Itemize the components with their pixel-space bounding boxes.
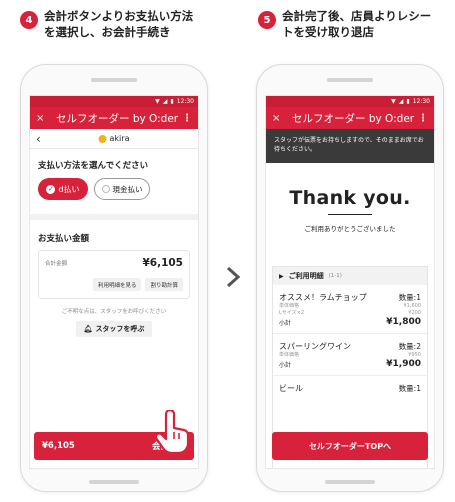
phone-complete: ▼ ◢ ▮ 12:30 × セルフオーダー by O:der ⋮ スタッフが伝票… [256,64,444,492]
next-arrow-icon [226,266,241,288]
view-details-button[interactable]: 利用明細を見る [92,278,142,291]
staff-notice: スタッフが伝票をお持ちしますので、そのままお席でお待ちください。 [266,129,434,163]
payment-method-label: 支払い方法を選んでください [38,161,149,171]
step-5-header: 5 会計完了後、店員よりレシー トを受け取り退店 [258,8,431,40]
back-icon[interactable]: ‹ [36,132,41,146]
item-qty: 数量:1 [398,384,421,393]
status-time: 12:30 [176,98,194,105]
app-title: セルフオーダー by O:der [56,112,179,125]
d-payment-label: d払い [58,184,80,194]
item-qty: 数量:2 [398,342,421,351]
phone-checkout: ▼ ◢ ▮ 12:30 × セルフオーダー by O:der ⋮ ‹ akira… [20,64,208,492]
cash-payment-button[interactable]: 現金払い [94,178,150,200]
step-description: 会計ボタンよりお支払い方法 を選択し、お会計手続き [44,9,194,39]
item-line-value: ¥200 [408,310,421,316]
shop-name: akira [109,134,130,143]
payment-options: ✓ d払い 現金払い [30,178,198,200]
item-name: ビール [279,384,303,393]
receipt-title: ご利用明細 [288,272,324,280]
shop-logo-icon [98,134,107,143]
signal-icon: ◢ [162,98,168,105]
phone-speaker [91,78,137,82]
home-indicator [89,480,139,484]
step-description: 会計完了後、店員よりレシー トを受け取り退店 [282,9,432,39]
item-subtotal: ¥1,800 [386,317,421,327]
menu-icon[interactable]: ⋮ [418,113,428,124]
item-line-value: ¥1,600 [403,303,422,309]
list-item: オススメ！ラムチョップ 数量:1 単体価格 ¥1,600 Lサイズ×2 ¥200… [273,285,427,334]
item-qty: 数量:1 [398,293,421,302]
shop-bar: ‹ akira [30,129,198,149]
amount-label: お支払い金額 [38,234,90,244]
close-icon[interactable]: × [36,113,50,124]
item-line-value: ¥950 [408,352,421,358]
close-icon[interactable]: × [272,113,286,124]
signal-icon: ◢ [398,98,404,105]
call-staff-label: スタッフを呼ぶ [95,325,145,333]
self-order-top-button[interactable]: セルフオーダーTOPへ [272,432,428,460]
item-line-label: 単体価格 [279,352,300,358]
help-text: ご不明な点は、スタッフをお呼びください [61,309,167,315]
tutorial-panel: 4 会計ボタンよりお支払い方法 を選択し、お会計手続き 5 会計完了後、店員より… [0,0,455,502]
battery-icon: ▮ [406,98,410,105]
tap-hand-icon [154,410,190,454]
split-bill-button[interactable]: 割り勘計算 [145,278,183,291]
receipt-header[interactable]: ▶ ご利用明細 (1-1) [273,267,427,285]
phone-speaker [327,78,373,82]
item-subtotal-label: 小計 [279,361,292,369]
item-line-label: 単体価格 [279,303,300,309]
app-bar: × セルフオーダー by O:der ⋮ [30,107,198,129]
checkout-amount: ¥6,105 [42,441,75,451]
item-name: オススメ！ラムチョップ [279,293,367,302]
bell-icon: 🔔︎ [83,325,93,333]
battery-icon: ▮ [170,98,174,105]
item-name: スパーリングワイン [279,342,351,351]
step-4-header: 4 会計ボタンよりお支払い方法 を選択し、お会計手続き [20,8,193,40]
radio-icon [101,185,110,193]
cash-payment-label: 現金払い [112,184,143,194]
wifi-icon: ▼ [391,98,396,105]
shop-label: akira [98,134,130,143]
section-divider [30,214,198,220]
total-key: 合計金額 [45,261,68,267]
thank-you-subtext: ご利用ありがとうございました [304,225,396,233]
app-bar: × セルフオーダー by O:der ⋮ [266,107,434,129]
heading-underline [328,214,372,215]
list-item: ビール 数量:1 [273,376,427,400]
list-item: スパーリングワイン 数量:2 単体価格 ¥950 小計 ¥1,900 [273,334,427,376]
status-bar: ▼ ◢ ▮ 12:30 [266,96,434,107]
receipt-page: (1-1) [328,273,342,279]
total-value: ¥6,105 [142,257,183,269]
thank-you-heading: Thank you. [289,187,411,209]
item-subtotal: ¥1,900 [386,359,421,369]
step-number: 5 [258,11,276,29]
call-staff-button[interactable]: 🔔︎ スタッフを呼ぶ [76,321,152,337]
expand-icon: ▶ [279,272,284,280]
app-title: セルフオーダー by O:der [292,112,415,125]
phone-screen: ▼ ◢ ▮ 12:30 × セルフオーダー by O:der ⋮ スタッフが伝票… [265,95,435,469]
item-subtotal-label: 小計 [279,319,292,327]
step-number: 4 [20,11,38,29]
status-time: 12:30 [412,98,430,105]
amount-card: 合計金額 ¥6,105 利用明細を見る 割り勘計算 [38,250,190,299]
item-line-label: Lサイズ×2 [279,310,305,316]
wifi-icon: ▼ [155,98,160,105]
home-indicator [325,480,375,484]
d-payment-button[interactable]: ✓ d払い [38,178,88,200]
phone-screen: ▼ ◢ ▮ 12:30 × セルフオーダー by O:der ⋮ ‹ akira… [29,95,199,469]
check-icon: ✓ [46,184,56,194]
menu-icon[interactable]: ⋮ [182,113,192,124]
status-bar: ▼ ◢ ▮ 12:30 [30,96,198,107]
